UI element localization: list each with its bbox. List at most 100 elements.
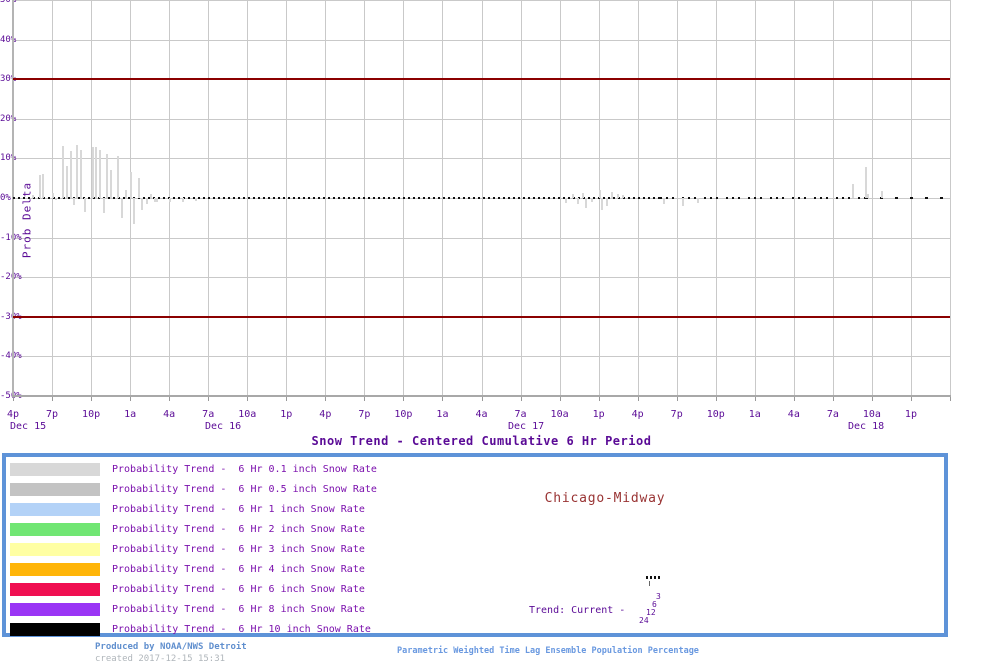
legend-label: Probability Trend - 6 Hr 1 inch Snow Rat… [112,504,365,515]
legend-row: Probability Trend - 6 Hr 10 inch Snow Ra… [6,620,944,640]
legend-swatch [10,603,100,616]
probability-bar [145,198,148,204]
probability-bar [697,198,700,203]
x-tick-label: 10a [862,409,881,420]
probability-bar [42,174,45,198]
probability-bar [181,198,184,202]
legend-label: Probability Trend - 6 Hr 10 inch Snow Ra… [112,624,371,635]
probability-bar [132,198,135,224]
probability-bar [601,198,604,210]
x-tick-label: 7p [46,409,59,420]
station-name: Chicago-Midway [544,491,666,506]
probability-bar [129,172,132,198]
footer-description: Parametric Weighted Time Lag Ensemble Po… [397,646,699,656]
x-tick-label: 1a [436,409,449,420]
chart-title: Snow Trend - Centered Cumulative 6 Hr Pe… [311,434,652,448]
probability-bar [62,145,65,198]
legend-row: Probability Trend - 6 Hr 8 inch Snow Rat… [6,600,944,620]
x-tick-label: 4p [631,409,644,420]
probability-bar [137,178,140,198]
x-tick-label: 4a [787,409,800,420]
probability-bar [662,198,665,204]
probability-bar [54,198,57,200]
legend-swatch [10,483,100,496]
x-tick-label: 7a [826,409,839,420]
legend-label: Probability Trend - 6 Hr 6 inch Snow Rat… [112,584,365,595]
x-date-label: Dec 18 [848,421,885,432]
x-date-label: Dec 17 [508,421,545,432]
zero-trend-line [660,197,865,199]
probability-bar [76,145,79,198]
noaa-snow-trend-image: 50% 40% 30% 20% 10% 0% -10% -20% -30% -40% -50% 4p 7… [0,0,1000,670]
x-tick-label: 4p [6,409,20,420]
legend-swatch [10,563,100,576]
trend-hour-label: 24 [639,616,649,625]
probability-bar [99,149,102,198]
legend-swatch [10,583,100,596]
probability-bar [621,194,624,198]
x-tick-label: 7a [202,409,215,420]
x-tick-label: 10p [394,409,413,420]
probability-bar [605,198,608,206]
legend-swatch [10,523,100,536]
y-axis-label: -40% [0,351,22,362]
legend-swatch [10,543,100,556]
probability-bar [51,193,54,198]
probability-bar [38,175,41,198]
probability-bar [598,190,601,198]
x-tick-label: 7a [514,409,527,420]
legend-row: Probability Trend - 6 Hr 4 inch Snow Rat… [6,560,944,580]
trend-current-label: Trend: Current - [529,605,626,616]
y-axis-label: 0% [0,193,11,203]
x-axis-line [12,395,951,397]
probability-bar [616,194,619,198]
x-tick-label: 4p [319,409,332,420]
legend-box: Probability Trend - 6 Hr 0.1 inch Snow R… [2,453,948,637]
probability-bar [867,194,869,198]
legend-label: Probability Trend - 6 Hr 3 inch Snow Rat… [112,544,365,555]
legend-swatch [10,623,100,636]
legend-row: Probability Trend - 6 Hr 0.5 inch Snow R… [6,480,944,500]
legend-label: Probability Trend - 6 Hr 0.5 inch Snow R… [112,484,377,495]
probability-bar [582,193,585,198]
x-tick-label: 7p [358,409,371,420]
x-tick-label: 10p [82,409,101,420]
probability-bar [576,198,579,204]
probability-bar [102,198,105,214]
probability-bar [120,198,123,218]
legend-row: Probability Trend - 6 Hr 0.1 inch Snow R… [6,460,944,480]
legend-row: Probability Trend - 6 Hr 3 inch Snow Rat… [6,540,944,560]
legend-label: Probability Trend - 6 Hr 8 inch Snow Rat… [112,604,365,615]
x-tick-label: 1a [124,409,137,420]
probability-bar [73,198,76,206]
probability-bar [91,146,94,198]
probability-bar [124,190,127,198]
probability-bar [194,198,197,202]
x-tick-label: 4a [163,409,176,420]
legend-swatch [10,503,100,516]
probability-bar [610,192,613,198]
legend-row: Probability Trend - 6 Hr 6 inch Snow Rat… [6,580,944,600]
x-tick-label: 1p [592,409,605,420]
probability-bar [66,166,68,198]
x-date-label: Dec 15 [10,421,47,432]
x-tick-label: 10a [550,409,569,420]
y-axis-title: Prob Delta [20,181,34,259]
x-tick-label: 10a [238,409,257,420]
probability-bar [141,198,144,210]
probability-bar [590,198,593,202]
trend-dots-tick [649,581,650,586]
probability-bar [69,150,72,198]
probability-bar [564,198,567,203]
zero-trend-line [865,197,945,199]
x-tick-label: 1a [748,409,761,420]
x-tick-label: 10p [706,409,725,420]
probability-bar [881,190,884,198]
probability-bar [95,146,98,198]
legend-label: Probability Trend - 6 Hr 0.1 inch Snow R… [112,464,377,475]
probability-bar [83,198,86,212]
probability-bar [852,184,855,198]
probability-bar [681,198,684,206]
trend-dots-sample [646,576,662,579]
legend-row: Probability Trend - 6 Hr 1 inch Snow Rat… [6,500,944,520]
